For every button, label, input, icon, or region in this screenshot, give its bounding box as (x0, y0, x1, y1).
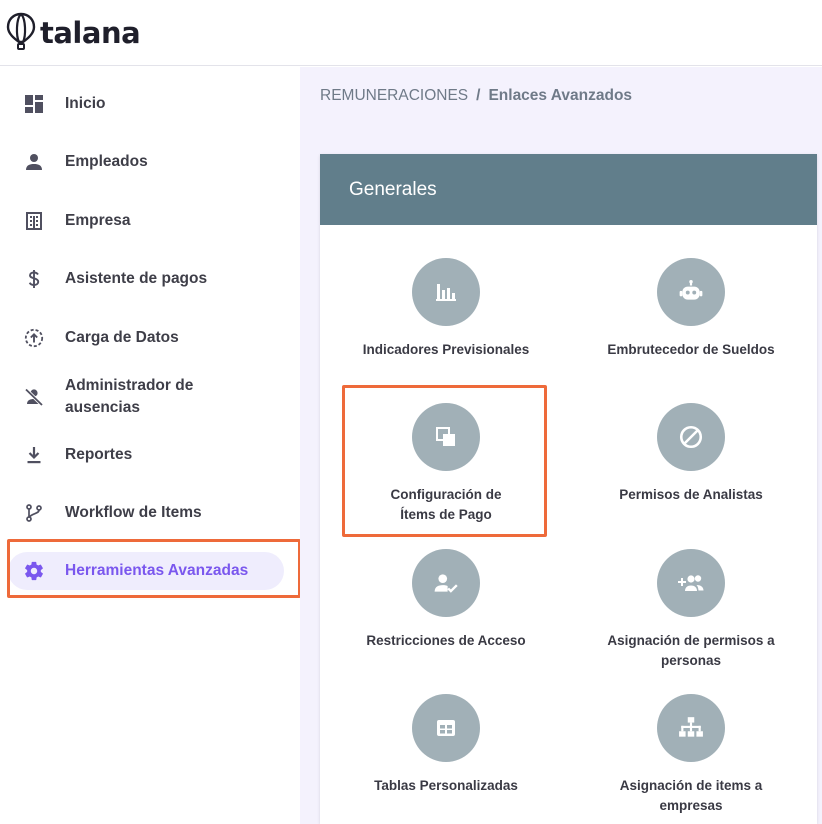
breadcrumb-current: Enlaces Avanzados (488, 87, 633, 104)
card-header: Generales (320, 154, 817, 225)
tile-embrutecedor-de-sueldos[interactable]: Embrutecedor de Sueldos (567, 258, 815, 360)
sidebar-item-label: Empresa (65, 212, 131, 229)
tile-label: Restricciones de Acceso (366, 633, 526, 648)
sidebar-item-label: Administrador de ausencias (65, 377, 194, 416)
copy-squares-icon (412, 403, 480, 471)
generales-card: Generales Indicadores Previsionales Embr… (320, 154, 817, 824)
sidebar-item-label: Reportes (65, 446, 133, 463)
tile-indicadores-previsionales[interactable]: Indicadores Previsionales (322, 258, 570, 360)
logo-text: talana (40, 16, 141, 50)
talana-logo[interactable]: talana (6, 12, 141, 52)
breadcrumb-root[interactable]: REMUNERACIONES (320, 87, 468, 105)
sidebar-item-carga-de-datos[interactable]: Carga de Datos (8, 321, 284, 355)
tile-label: Asignación de items a empresas (619, 778, 763, 813)
card-title: Generales (349, 178, 437, 200)
sidebar-item-empresa[interactable]: Empresa (8, 204, 284, 238)
sidebar-item-label: Asistente de pagos (65, 270, 208, 287)
sidebar-item-herramientas-avanzadas[interactable]: Herramientas Avanzadas (8, 552, 284, 590)
robot-icon (657, 258, 725, 326)
person-check-icon (412, 549, 480, 617)
bar-chart-icon (412, 258, 480, 326)
breadcrumb: REMUNERACIONES / Enlaces Avanzados (320, 87, 632, 105)
gear-icon (22, 559, 46, 583)
tile-configuracion-de-items-de-pago[interactable]: Configuración de Ítems de Pago (322, 403, 570, 525)
tile-label: Asignación de permisos a personas (607, 633, 775, 668)
tile-restricciones-de-acceso[interactable]: Restricciones de Acceso (322, 549, 570, 651)
sidebar-item-reportes[interactable]: Reportes (8, 438, 284, 472)
block-icon (657, 403, 725, 471)
tile-asignacion-de-items-a-empresas[interactable]: Asignación de items a empresas (567, 694, 815, 816)
dollar-icon (22, 267, 46, 291)
person-icon (22, 150, 46, 174)
sidebar-item-empleados[interactable]: Empleados (8, 145, 284, 179)
dashboard-icon (22, 92, 46, 116)
group-add-icon (657, 549, 725, 617)
breadcrumb-separator: / (476, 87, 481, 104)
sidebar-item-label: Empleados (65, 153, 148, 170)
sidebar-item-asistente-de-pagos[interactable]: Asistente de pagos (8, 262, 284, 296)
balloon-icon (6, 12, 36, 50)
sidebar: Inicio Empleados Empresa Asistente de pa… (0, 67, 300, 824)
tile-label: Permisos de Analistas (619, 487, 763, 502)
tile-tablas-personalizadas[interactable]: Tablas Personalizadas (322, 694, 570, 796)
tile-permisos-de-analistas[interactable]: Permisos de Analistas (567, 403, 815, 505)
upload-circle-icon (22, 326, 46, 350)
tile-label: Tablas Personalizadas (374, 778, 518, 793)
table-icon (412, 694, 480, 762)
sidebar-item-label: Herramientas Avanzadas (65, 562, 249, 579)
person-off-icon (22, 385, 46, 409)
tile-label: Configuración de Ítems de Pago (390, 487, 502, 522)
hierarchy-icon (657, 694, 725, 762)
download-icon (22, 443, 46, 467)
tile-label: Embrutecedor de Sueldos (607, 342, 775, 357)
top-bar: talana (0, 0, 822, 66)
building-icon (22, 209, 46, 233)
sidebar-item-administrador-de-ausencias[interactable]: Administrador de ausencias (8, 372, 284, 422)
sidebar-item-label: Carga de Datos (65, 329, 179, 346)
branch-icon (22, 501, 46, 525)
sidebar-item-label: Inicio (65, 95, 106, 112)
tile-label: Indicadores Previsionales (362, 342, 530, 357)
tile-asignacion-de-permisos-a-personas[interactable]: Asignación de permisos a personas (567, 549, 815, 671)
sidebar-item-workflow-de-items[interactable]: Workflow de Items (8, 496, 284, 530)
sidebar-item-label: Workflow de Items (65, 504, 202, 521)
main-content: REMUNERACIONES / Enlaces Avanzados Gener… (300, 67, 822, 824)
sidebar-item-inicio[interactable]: Inicio (8, 87, 284, 121)
